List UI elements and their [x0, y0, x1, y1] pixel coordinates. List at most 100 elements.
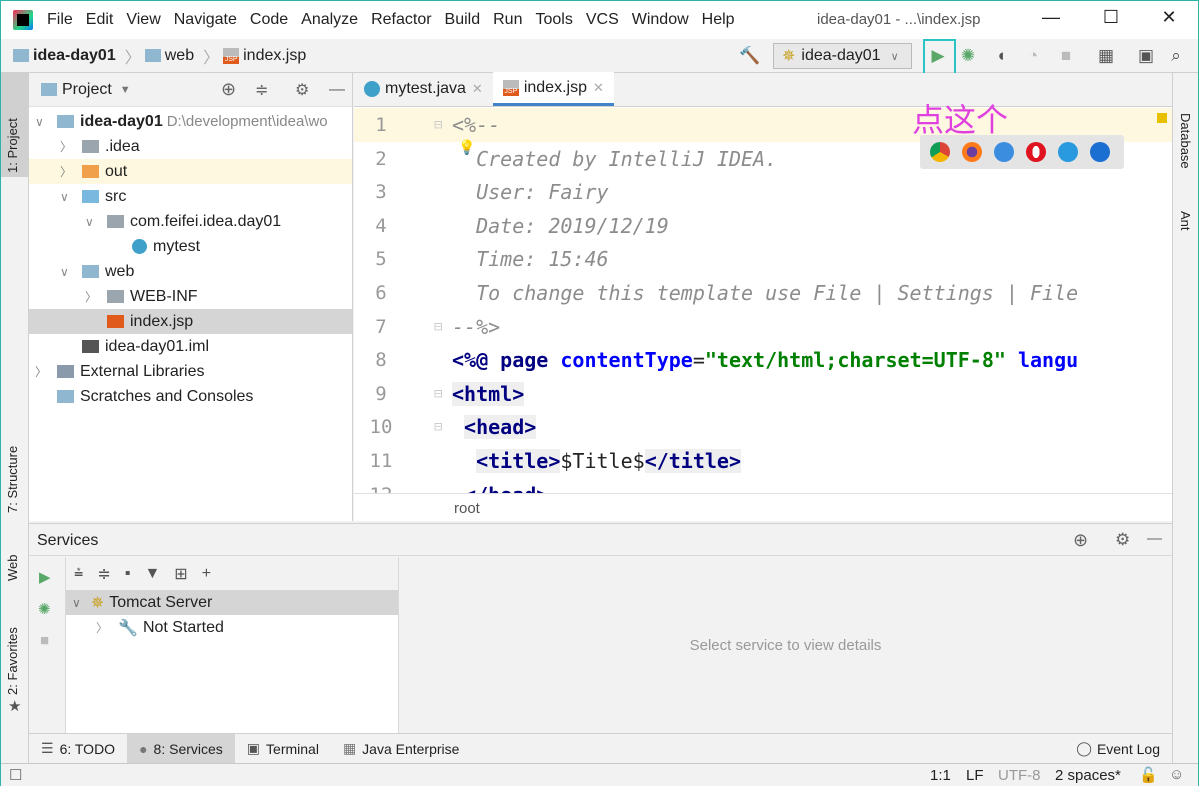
- safari-icon[interactable]: [994, 142, 1014, 162]
- tree-item[interactable]: mytest: [29, 234, 352, 259]
- project-view-select[interactable]: Project: [62, 81, 112, 99]
- intention-bulb-icon[interactable]: 💡: [458, 140, 475, 156]
- inspector-icon[interactable]: ☺: [1169, 766, 1184, 783]
- code-line[interactable]: 10 <head> ⊟: [354, 410, 1172, 444]
- lock-icon[interactable]: 🔓: [1139, 766, 1158, 784]
- chrome-icon[interactable]: [930, 142, 950, 162]
- menu-run[interactable]: Run: [493, 11, 522, 29]
- edge-icon[interactable]: [1090, 142, 1110, 162]
- debug-service-icon[interactable]: ✺: [38, 600, 51, 618]
- menu-file[interactable]: File: [47, 11, 73, 29]
- new-tab-icon[interactable]: ⊞: [174, 564, 187, 584]
- hide-icon[interactable]: —: [1147, 530, 1162, 547]
- tool-tab-services[interactable]: ● 8: Services: [127, 733, 235, 764]
- expand-all-icon[interactable]: ⩮: [74, 565, 83, 583]
- tool-tab-todo[interactable]: ☰ 6: TODO: [29, 734, 127, 764]
- menu-build[interactable]: Build: [445, 11, 481, 29]
- code-line[interactable]: 5 Time: 15:46: [354, 242, 1172, 276]
- menu-analyze[interactable]: Analyze: [301, 11, 358, 29]
- chevron-down-icon[interactable]: ∨: [85, 215, 99, 229]
- event-log-button[interactable]: ◯ Event Log: [1064, 734, 1172, 764]
- tree-item-tomcat[interactable]: ∨ ✵ Tomcat Server: [66, 590, 398, 615]
- tree-item[interactable]: idea-day01.iml: [29, 334, 352, 359]
- code-line[interactable]: 4 Date: 2019/12/19: [354, 209, 1172, 243]
- tool-tab-java-enterprise[interactable]: ▦ Java Enterprise: [331, 734, 472, 764]
- ie-icon[interactable]: [1058, 142, 1078, 162]
- tool-tab-ant[interactable]: Ant: [1178, 211, 1193, 231]
- minimize-button[interactable]: —: [1031, 7, 1071, 28]
- menu-navigate[interactable]: Navigate: [174, 11, 237, 29]
- code-line[interactable]: 11 <title>$Title$</title>: [354, 444, 1172, 478]
- tree-item[interactable]: ∨ src: [29, 184, 352, 209]
- group-by-icon[interactable]: ▪: [125, 565, 131, 583]
- add-icon[interactable]: +: [202, 565, 211, 583]
- tool-tab-terminal[interactable]: ▣ Terminal: [235, 734, 331, 764]
- code-line[interactable]: 3 User: Fairy: [354, 175, 1172, 209]
- tree-item-not-started[interactable]: 〉 🔧 Not Started: [66, 615, 398, 640]
- indent-setting[interactable]: 2 spaces*: [1055, 767, 1121, 784]
- breadcrumb-web[interactable]: web: [165, 47, 194, 65]
- tool-tab-structure[interactable]: 7: Structure: [5, 446, 20, 513]
- chevron-right-icon[interactable]: 〉: [60, 163, 74, 180]
- tree-item[interactable]: 〉 WEB-INF: [29, 284, 352, 309]
- tool-tab-web[interactable]: Web: [5, 555, 20, 582]
- project-structure-icon[interactable]: ▦: [1096, 46, 1116, 66]
- tab-index-jsp[interactable]: JSP index.jsp ✕: [492, 72, 614, 106]
- file-encoding[interactable]: UTF-8: [998, 767, 1041, 784]
- warning-marker[interactable]: [1157, 113, 1167, 123]
- run-button[interactable]: ▶: [928, 46, 948, 66]
- debug-bug-icon[interactable]: ✺: [958, 46, 978, 66]
- caret-position[interactable]: 1:1: [930, 767, 951, 784]
- tree-item[interactable]: 〉 .idea: [29, 134, 352, 159]
- code-line[interactable]: 9 <html> ⊟: [354, 377, 1172, 411]
- collapse-all-icon[interactable]: ≑: [97, 564, 110, 584]
- tab-mytest-java[interactable]: mytest.java ✕: [354, 72, 493, 106]
- build-hammer-icon[interactable]: 🔨: [739, 46, 760, 66]
- search-icon[interactable]: ⌕: [1166, 46, 1186, 66]
- chevron-down-icon[interactable]: ∨: [60, 190, 74, 204]
- tree-item[interactable]: ∨ web: [29, 259, 352, 284]
- fold-marker-icon[interactable]: ⊟: [434, 419, 442, 435]
- code-line[interactable]: 6 To change this template use File | Set…: [354, 276, 1172, 310]
- tool-tab-database[interactable]: Database: [1178, 113, 1193, 169]
- close-window-button[interactable]: ✕: [1149, 7, 1189, 28]
- code-line[interactable]: 8 <%@ page contentType="text/html;charset…: [354, 343, 1172, 377]
- fold-marker-icon[interactable]: ⊟: [434, 319, 442, 335]
- chevron-down-icon[interactable]: ∨: [35, 115, 49, 129]
- terminal-window-icon[interactable]: ▣: [1136, 46, 1156, 66]
- stop-service-icon[interactable]: ■: [40, 632, 49, 649]
- tool-tab-project[interactable]: 1: Project: [5, 118, 20, 173]
- chevron-right-icon[interactable]: 〉: [85, 288, 99, 305]
- editor-breadcrumb[interactable]: root: [354, 493, 1172, 521]
- maximize-button[interactable]: ☐: [1091, 7, 1131, 28]
- collapse-all-icon[interactable]: ≑: [255, 80, 268, 100]
- close-icon[interactable]: ✕: [472, 81, 483, 97]
- tree-item[interactable]: 〉 External Libraries: [29, 359, 352, 384]
- menu-view[interactable]: View: [126, 11, 160, 29]
- chevron-down-icon[interactable]: ∨: [60, 265, 74, 279]
- tree-item[interactable]: ∨ com.feifei.idea.day01: [29, 209, 352, 234]
- hide-icon[interactable]: —: [329, 81, 345, 99]
- gear-icon[interactable]: ⚙: [295, 80, 309, 100]
- stop-icon[interactable]: ■: [1056, 46, 1076, 66]
- run-with-coverage-icon[interactable]: ◖: [991, 46, 1011, 66]
- profile-icon[interactable]: ◔: [1023, 46, 1043, 66]
- locate-icon[interactable]: ⊕: [1073, 530, 1088, 551]
- menu-refactor[interactable]: Refactor: [371, 11, 431, 29]
- tree-item[interactable]: 〉 out: [29, 159, 352, 184]
- code-line[interactable]: 12 </head>: [354, 478, 1172, 493]
- opera-icon[interactable]: [1026, 142, 1046, 162]
- menu-help[interactable]: Help: [702, 11, 735, 29]
- run-service-icon[interactable]: ▶: [39, 568, 51, 586]
- tree-item[interactable]: Scratches and Consoles: [29, 384, 352, 409]
- menu-vcs[interactable]: VCS: [586, 11, 619, 29]
- dropdown-icon[interactable]: ▼: [120, 84, 131, 96]
- toggle-tool-windows-icon[interactable]: ☐: [9, 766, 22, 784]
- menu-window[interactable]: Window: [632, 11, 689, 29]
- breadcrumb-project[interactable]: idea-day01: [33, 47, 116, 65]
- chevron-right-icon[interactable]: 〉: [60, 138, 74, 155]
- menu-edit[interactable]: Edit: [86, 11, 114, 29]
- run-configuration-select[interactable]: ✵ idea-day01 ∨: [773, 43, 912, 69]
- breadcrumb-file[interactable]: index.jsp: [243, 47, 306, 65]
- menu-code[interactable]: Code: [250, 11, 288, 29]
